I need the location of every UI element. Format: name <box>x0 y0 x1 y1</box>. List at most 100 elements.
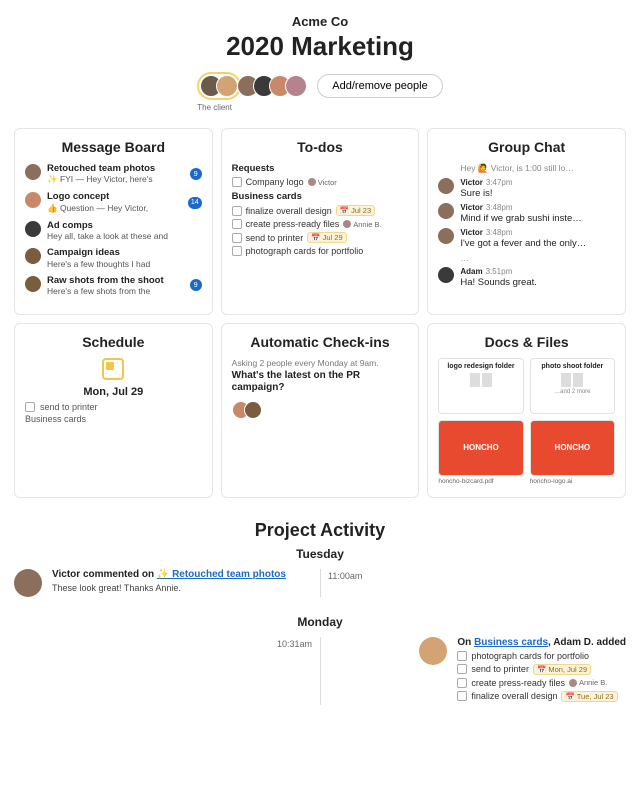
todo-item[interactable]: Company logoVictor <box>232 177 409 187</box>
chat-time: 3:51pm <box>486 267 513 276</box>
avatar <box>438 228 454 244</box>
docs-files-card[interactable]: Docs & Files logo redesign folderphoto s… <box>427 323 626 498</box>
org-name: Acme Co <box>0 14 640 29</box>
checkbox[interactable] <box>232 177 242 187</box>
todo-text: create press-ready files <box>246 219 340 229</box>
chat-message: Adam3:51pmHa! Sounds great. <box>438 267 615 288</box>
chat-text: Sure is! <box>460 188 615 199</box>
checkbox[interactable] <box>457 678 467 688</box>
avatar <box>438 203 454 219</box>
avatar <box>25 164 41 180</box>
message-text: Campaign ideasHere's a few thoughts I ha… <box>47 247 202 268</box>
avatar[interactable] <box>285 75 307 97</box>
checkins-card[interactable]: Automatic Check-ins Asking 2 people ever… <box>221 323 420 498</box>
doc-caption: honcho-logo.ai <box>530 478 615 485</box>
event-todo[interactable]: create press-ready files Annie B. <box>457 678 626 688</box>
checkbox[interactable] <box>25 402 35 412</box>
event-todo[interactable]: finalize overall design📅 Tue, Jul 23 <box>457 691 626 702</box>
chat-message: Victor3:48pmMind if we grab sushi inste… <box>438 203 615 224</box>
message-item[interactable]: Campaign ideasHere's a few thoughts I ha… <box>25 247 202 268</box>
message-item[interactable]: Raw shots from the shootHere's a few sho… <box>25 275 202 296</box>
checkbox[interactable] <box>457 664 467 674</box>
unread-badge: 14 <box>188 197 202 209</box>
message-preview: ✨ FYI — Hey Victor, here's <box>47 174 184 185</box>
schedule-item[interactable]: Business cards <box>25 414 202 424</box>
timeline: 11:00amVictor commented on ✨ Retouched t… <box>0 569 640 597</box>
event-todo[interactable]: send to printer📅 Mon, Jul 29 <box>457 664 626 675</box>
message-item[interactable]: Logo concept👍 Question — Hey Victor,14 <box>25 191 202 213</box>
avatar <box>438 178 454 194</box>
avatar <box>25 192 41 208</box>
people-avatars[interactable]: The client <box>197 72 307 100</box>
doc-thumb: logo redesign folder <box>438 358 523 414</box>
todos-card[interactable]: To-dos Requests Company logoVictor Busines… <box>221 128 420 315</box>
todo-list-name[interactable]: Business cards <box>232 191 409 202</box>
todo-text: create press-ready files <box>471 678 565 688</box>
activity-event[interactable]: 11:00amVictor commented on ✨ Retouched t… <box>14 569 626 597</box>
avatar <box>438 267 454 283</box>
chat-overflow: Hey 🙋 Victor, is 1:00 still lo… <box>438 163 615 174</box>
card-title: Docs & Files <box>438 334 615 350</box>
project-title: 2020 Marketing <box>0 31 640 62</box>
card-title: Schedule <box>25 334 202 350</box>
avatar <box>244 401 262 419</box>
tools-grid: Message Board Retouched team photos✨ FYI… <box>0 108 640 508</box>
due-date-pill: 📅 Mon, Jul 29 <box>533 664 591 675</box>
event-todo[interactable]: photograph cards for portfolio <box>457 651 626 661</box>
card-title: Automatic Check-ins <box>232 334 409 350</box>
event-title: On Business cards, Adam D. added <box>457 637 626 648</box>
chat-time: 3:48pm <box>486 203 513 212</box>
checkbox[interactable] <box>232 233 242 243</box>
doc-item[interactable]: logo redesign folder <box>438 358 523 414</box>
event-link[interactable]: ✨ Retouched team photos <box>157 569 286 580</box>
chat-text: I've got a fever and the only… <box>460 238 615 249</box>
doc-item[interactable]: HONCHOhoncho-logo.ai <box>530 420 615 485</box>
avatar <box>216 75 238 97</box>
event-link[interactable]: Business cards <box>474 637 548 648</box>
message-board-card[interactable]: Message Board Retouched team photos✨ FYI… <box>14 128 213 315</box>
due-date-pill: 📅 Tue, Jul 23 <box>561 691 617 702</box>
event-title: Victor commented on ✨ Retouched team pho… <box>52 569 286 580</box>
message-item[interactable]: Retouched team photos✨ FYI — Hey Victor,… <box>25 163 202 185</box>
activity-event[interactable]: 10:31amOn Business cards, Adam D. addedp… <box>14 637 626 705</box>
checkbox[interactable] <box>232 206 242 216</box>
doc-item[interactable]: HONCHO honcho-bizcard.pdf <box>438 420 523 485</box>
avatar <box>308 178 316 186</box>
doc-item[interactable]: photo shoot folder…and 2 more <box>530 358 615 414</box>
todo-item[interactable]: create press-ready filesAnnie B. <box>232 219 409 229</box>
checkbox[interactable] <box>457 651 467 661</box>
chat-author: Victor <box>460 178 483 187</box>
chat-text: Ha! Sounds great. <box>460 277 615 288</box>
add-remove-people-button[interactable]: Add/remove people <box>317 74 442 98</box>
todo-item[interactable]: finalize overall design📅 Jul 23 <box>232 205 409 216</box>
message-text: Ad compsHey all, take a look at these an… <box>47 220 202 241</box>
card-title: Message Board <box>25 139 202 155</box>
card-title: To-dos <box>232 139 409 155</box>
unread-badge: 9 <box>190 168 202 180</box>
message-preview: 👍 Question — Hey Victor, <box>47 203 182 214</box>
todo-item[interactable]: send to printer📅 Jul 29 <box>232 232 409 243</box>
message-item[interactable]: Ad compsHey all, take a look at these an… <box>25 220 202 241</box>
message-preview: Hey all, take a look at these and <box>47 231 202 241</box>
checkin-avatars <box>232 401 409 419</box>
schedule-item-text: send to printer <box>40 402 98 412</box>
todo-list-name[interactable]: Requests <box>232 163 409 174</box>
client-avatar-group[interactable]: The client <box>197 72 241 100</box>
assignee: Annie B. <box>569 678 607 687</box>
due-date-pill: 📅 Jul 23 <box>336 205 375 216</box>
checkbox[interactable] <box>457 691 467 701</box>
schedule-item[interactable]: send to printer <box>25 402 202 412</box>
doc-caption: honcho-bizcard.pdf <box>438 478 523 485</box>
message-text: Raw shots from the shootHere's a few sho… <box>47 275 184 296</box>
todo-item[interactable]: photograph cards for portfolio <box>232 246 409 256</box>
group-chat-card[interactable]: Group Chat Hey 🙋 Victor, is 1:00 still l… <box>427 128 626 315</box>
schedule-card[interactable]: Schedule Mon, Jul 29 send to printer Busi… <box>14 323 213 498</box>
checkin-question: What's the latest on the PR campaign? <box>232 370 409 395</box>
checkbox[interactable] <box>232 246 242 256</box>
doc-thumb: HONCHO <box>438 420 523 476</box>
schedule-date: Mon, Jul 29 <box>25 386 202 398</box>
client-label: The client <box>197 103 232 112</box>
message-text: Retouched team photos✨ FYI — Hey Victor,… <box>47 163 184 185</box>
timeline: 10:31amOn Business cards, Adam D. addedp… <box>0 637 640 705</box>
checkbox[interactable] <box>232 219 242 229</box>
